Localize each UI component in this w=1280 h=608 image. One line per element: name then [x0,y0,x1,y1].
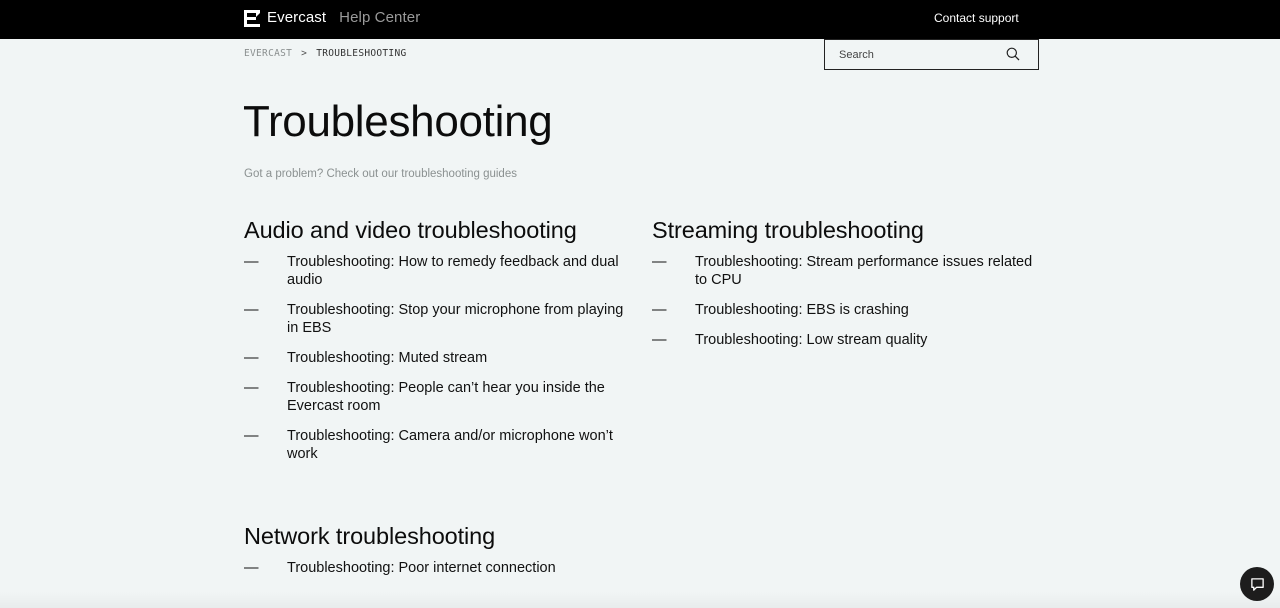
article-link[interactable]: Troubleshooting: Stop your microphone fr… [287,301,627,337]
list-marker: — [652,302,667,318]
list-marker: — [244,302,259,318]
article-list: — Troubleshooting: Poor internet connect… [244,559,634,577]
list-marker: — [244,428,259,444]
section-audio-video: Audio and video troubleshooting — Troubl… [244,215,634,475]
list-item: — Troubleshooting: People can’t hear you… [244,379,634,415]
breadcrumb: EVERCAST > TROUBLESHOOTING [244,47,406,61]
article-link[interactable]: Troubleshooting: How to remedy feedback … [287,253,627,289]
bottom-fade [0,592,1280,608]
list-item: — Troubleshooting: Stream performance is… [652,253,1042,289]
list-item: — Troubleshooting: EBS is crashing [652,301,1042,319]
list-marker: — [244,380,259,396]
list-item: — Troubleshooting: Muted stream [244,349,634,367]
section-network: Network troubleshooting — Troubleshootin… [244,521,634,589]
list-marker: — [244,254,259,270]
evercast-logo-icon [244,9,260,27]
list-marker: — [652,332,667,348]
article-link[interactable]: Troubleshooting: EBS is crashing [695,301,1035,319]
list-marker: — [244,350,259,366]
article-link[interactable]: Troubleshooting: Muted stream [287,349,627,367]
search-icon [1006,47,1020,61]
page-subtitle: Got a problem? Check out our troubleshoo… [244,168,517,180]
section-title: Audio and video troubleshooting [244,217,577,243]
section-streaming: Streaming troubleshooting — Troubleshoot… [652,215,1042,361]
top-nav-bar: Evercast Help Center Contact support [0,0,1280,39]
article-list: — Troubleshooting: How to remedy feedbac… [244,253,634,463]
contact-support-link[interactable]: Contact support [934,10,1019,26]
list-item: — Troubleshooting: Stop your microphone … [244,301,634,337]
list-marker: — [244,560,259,576]
brand-home-link[interactable]: Evercast Help Center [244,9,420,27]
list-item: — Troubleshooting: How to remedy feedbac… [244,253,634,289]
breadcrumb-current: TROUBLESHOOTING [316,48,407,59]
list-marker: — [652,254,667,270]
list-item: — Troubleshooting: Camera and/or microph… [244,427,634,463]
article-link[interactable]: Troubleshooting: Poor internet connectio… [287,559,627,577]
list-item: — Troubleshooting: Low stream quality [652,331,1042,349]
breadcrumb-separator: > [301,48,308,59]
section-title: Streaming troubleshooting [652,217,924,243]
chat-icon [1250,577,1264,591]
chat-launcher-button[interactable] [1240,567,1274,601]
brand-subtitle: Help Center [339,9,421,26]
search-box [824,39,1039,70]
section-title: Network troubleshooting [244,523,496,549]
article-link[interactable]: Troubleshooting: Low stream quality [695,331,1035,349]
search-input[interactable] [825,40,995,69]
search-button[interactable] [1006,47,1020,61]
article-link[interactable]: Troubleshooting: Camera and/or microphon… [287,427,627,463]
article-list: — Troubleshooting: Stream performance is… [652,253,1042,349]
breadcrumb-root-link[interactable]: EVERCAST [244,47,292,61]
page-title: Troubleshooting [243,97,553,146]
article-link[interactable]: Troubleshooting: Stream performance issu… [695,253,1035,289]
list-item: — Troubleshooting: Poor internet connect… [244,559,634,577]
brand-name: Evercast [267,9,327,26]
article-link[interactable]: Troubleshooting: People can’t hear you i… [287,379,627,415]
